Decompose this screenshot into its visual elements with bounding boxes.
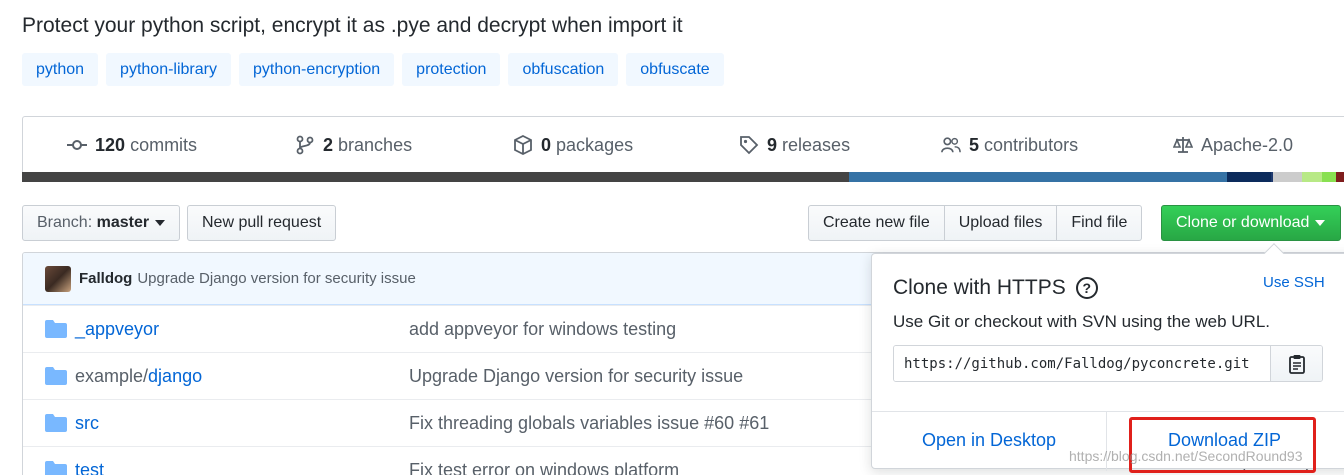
topic-tag[interactable]: python [22,53,99,86]
file-name-link[interactable]: test [75,460,104,475]
use-ssh-link[interactable]: Use SSH [1263,274,1325,291]
folder-icon [45,461,67,475]
topic-tag[interactable]: protection [402,53,501,86]
avatar[interactable] [45,265,71,292]
packages-count: 0 [541,134,552,155]
file-name-link[interactable]: example/django [75,366,202,387]
create-new-file-button[interactable]: Create new file [809,206,944,240]
topic-tag[interactable]: obfuscate [626,53,724,86]
file-commit-message[interactable]: Upgrade Django version for security issu… [409,366,743,387]
packages-label: packages [556,134,634,155]
commits-link[interactable]: 120 commits [67,117,197,173]
language-segment [1227,172,1271,182]
folder-icon [45,414,67,432]
language-segment [1322,172,1336,182]
commit-icon [67,140,87,150]
language-segment [22,172,849,182]
releases-label: releases [782,134,851,155]
language-bar[interactable] [22,172,1344,182]
caret-down-icon [155,220,166,226]
file-commit-message[interactable]: add appveyor for windows testing [409,319,676,340]
language-segment [1302,172,1322,182]
watermark: https://blog.csdn.net/SecondRound93 [1069,448,1303,464]
highlight-box [1129,417,1316,473]
language-segment [849,172,1227,182]
language-segment [1336,172,1344,182]
contributors-label: contributors [984,134,1079,155]
clone-title-text: Clone with HTTPS [893,276,1066,299]
clone-hint: Use Git or checkout with SVN using the w… [893,312,1270,331]
topic-tag[interactable]: python-encryption [238,53,395,86]
branch-name: master [96,214,150,231]
new-pull-request-button[interactable]: New pull request [187,205,337,241]
topic-tag[interactable]: obfuscation [508,53,619,86]
question-icon[interactable]: ? [1075,277,1098,299]
commit-author[interactable]: Falldog [79,270,132,287]
clone-popup-title: Clone with HTTPS ? [893,276,1098,300]
file-commit-message[interactable]: Fix threading globals variables issue #6… [409,413,769,434]
license-link[interactable]: Apache-2.0 [1173,117,1293,173]
branches-label: branches [338,134,413,155]
upload-files-button[interactable]: Upload files [943,206,1057,240]
branch-icon [296,135,314,155]
branch-prefix: Branch: [37,214,93,231]
releases-link[interactable]: 9 releases [739,117,850,173]
repo-description: Protect your python script, encrypt it a… [22,14,683,37]
find-file-button[interactable]: Find file [1056,206,1141,240]
caret-down-icon [1315,220,1326,226]
topic-list: python python-library python-encryption … [22,53,724,86]
clipboard-icon [1288,354,1305,374]
clone-or-download-button[interactable]: Clone or download [1161,205,1341,241]
commit-message[interactable]: Upgrade Django version for security issu… [137,270,415,287]
contributors-link[interactable]: 5 contributors [941,117,1078,173]
packages-link[interactable]: 0 packages [513,117,633,173]
branch-select-button[interactable]: Branch: master [22,205,181,241]
releases-count: 9 [767,134,778,155]
file-name-link[interactable]: _appveyor [75,319,159,340]
language-segment [1273,172,1302,182]
package-icon [514,135,532,155]
commits-label: commits [130,134,198,155]
folder-icon [45,367,67,385]
law-icon [1173,137,1193,153]
file-name-link[interactable]: src [75,413,99,434]
folder-icon [45,320,67,338]
branches-count: 2 [323,134,334,155]
file-commit-message[interactable]: Fix test error on windows platform [409,460,679,475]
popup-caret [1264,243,1284,263]
tag-icon [740,136,759,155]
clone-or-download-label: Clone or download [1176,214,1310,231]
topic-tag[interactable]: python-library [106,53,231,86]
copy-button[interactable] [1270,346,1322,381]
license-label: Apache-2.0 [1201,134,1294,155]
commits-count: 120 [95,134,126,155]
file-actions-group: Create new file Upload files Find file [808,205,1143,241]
branches-link[interactable]: 2 branches [295,117,412,173]
clone-url-input[interactable] [894,346,1270,381]
people-icon [941,137,961,153]
clone-url-group [893,345,1323,382]
contributors-count: 5 [969,134,980,155]
